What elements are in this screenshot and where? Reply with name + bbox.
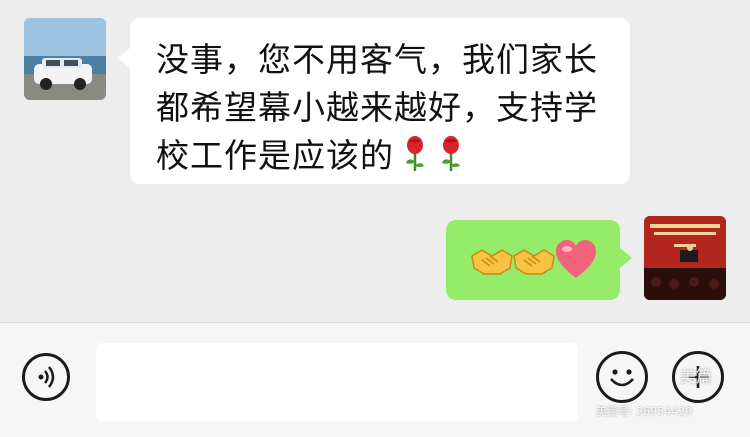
concert-photo-avatar: [644, 216, 726, 300]
watermark-id: 美篇号: 26954420: [596, 405, 693, 418]
message-input[interactable]: [96, 343, 578, 421]
chat-area: 没事，您不用客气，我们家长都希望幕小越来越好，支持学校工作是应该的: [0, 0, 750, 322]
incoming-message-bubble[interactable]: 没事，您不用客气，我们家长都希望幕小越来越好，支持学校工作是应该的: [118, 18, 630, 184]
incoming-message-content: 没事，您不用客气，我们家长都希望幕小越来越好，支持学校工作是应该的: [156, 40, 598, 175]
rose-emoji: [406, 136, 424, 171]
car-photo-avatar: [24, 18, 106, 100]
emoji-icon: [610, 369, 634, 387]
contact-avatar[interactable]: [24, 18, 106, 100]
emoji-button[interactable]: [596, 351, 648, 403]
my-avatar[interactable]: [644, 216, 726, 300]
outgoing-message-bubble[interactable]: [446, 220, 632, 300]
handshake-emoji: [471, 249, 513, 275]
rose-emoji: [442, 136, 460, 171]
watermark-logo: 美篇: [680, 367, 713, 386]
voice-icon: [38, 366, 55, 388]
incoming-message-text: 没事，您不用客气，我们家长都希望幕小越来越好，支持学校工作是应该的: [156, 36, 616, 180]
handshake-emoji: [513, 249, 555, 275]
heart-emoji: [556, 240, 596, 278]
voice-button[interactable]: [22, 353, 70, 401]
input-bar: 美篇 美篇号: 26954420: [0, 322, 750, 437]
